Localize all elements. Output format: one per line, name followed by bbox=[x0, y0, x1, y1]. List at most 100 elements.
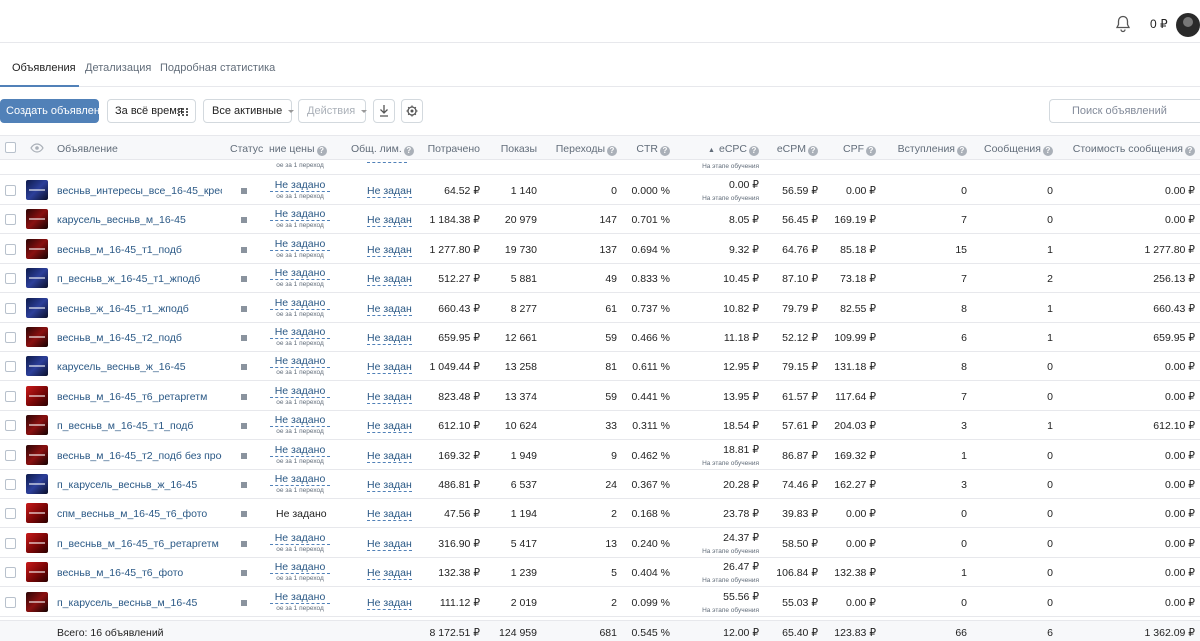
status-paused-icon[interactable] bbox=[241, 482, 247, 488]
row-checkbox[interactable] bbox=[5, 479, 16, 490]
col-ecpm[interactable]: eCPM? bbox=[777, 143, 818, 156]
ad-thumbnail[interactable] bbox=[26, 298, 48, 318]
ad-thumbnail[interactable] bbox=[26, 533, 48, 553]
status-paused-icon[interactable] bbox=[241, 423, 247, 429]
col-cpf[interactable]: CPF? bbox=[843, 143, 876, 156]
status-paused-icon[interactable] bbox=[241, 217, 247, 223]
row-checkbox[interactable] bbox=[5, 450, 16, 461]
ad-thumbnail[interactable] bbox=[26, 180, 48, 200]
price-setting[interactable]: Не задано ое за 1 переход bbox=[270, 532, 330, 554]
select-all-checkbox[interactable] bbox=[5, 142, 16, 153]
col-impressions[interactable]: Показы bbox=[501, 143, 537, 155]
table-row[interactable]: весньв_м_16-45_т2_подб без прос… Не задан… bbox=[0, 441, 1200, 470]
limit-link[interactable]: Не задан bbox=[367, 303, 412, 316]
ad-thumbnail[interactable] bbox=[26, 239, 48, 259]
col-msg-cost[interactable]: Стоимость сообщения? bbox=[1073, 143, 1195, 156]
status-paused-icon[interactable] bbox=[241, 394, 247, 400]
download-button[interactable] bbox=[373, 99, 395, 123]
help-icon[interactable]: ? bbox=[403, 146, 414, 156]
col-messages[interactable]: Сообщения? bbox=[984, 143, 1053, 156]
col-ad[interactable]: Объявление bbox=[57, 143, 118, 155]
ad-thumbnail[interactable] bbox=[26, 356, 48, 376]
table-row[interactable]: п_карусель_весньв_ж_16-45 Не задано ое за … bbox=[0, 470, 1200, 499]
limit-link[interactable]: Не задан bbox=[367, 508, 412, 521]
row-checkbox[interactable] bbox=[5, 214, 16, 225]
table-row[interactable]: п_весньв_м_16-45_т1_подб Не задано ое за 1… bbox=[0, 411, 1200, 440]
row-checkbox[interactable] bbox=[5, 332, 16, 343]
help-icon[interactable]: ? bbox=[866, 146, 876, 156]
price-setting[interactable]: Не задано ое за 1 переход bbox=[270, 326, 330, 348]
status-paused-icon[interactable] bbox=[241, 364, 247, 370]
price-setting[interactable]: Не задано ое за 1 переход bbox=[270, 591, 330, 613]
ad-thumbnail[interactable] bbox=[26, 445, 48, 465]
help-icon[interactable]: ? bbox=[1185, 146, 1195, 156]
help-icon[interactable]: ? bbox=[749, 146, 759, 156]
create-ad-button[interactable]: Создать объявление bbox=[0, 99, 112, 123]
price-setting[interactable]: Не задано ое за 1 переход bbox=[270, 385, 330, 407]
row-checkbox[interactable] bbox=[5, 508, 16, 519]
status-paused-icon[interactable] bbox=[241, 570, 247, 576]
filter-dropdown[interactable]: Все активные bbox=[203, 99, 295, 123]
table-row[interactable]: карусель_весньв_м_16-45 Не задано ое за 1 … bbox=[0, 205, 1200, 234]
status-paused-icon[interactable] bbox=[241, 276, 247, 282]
price-setting[interactable]: Не задано ое за 1 переход bbox=[270, 414, 330, 436]
limit-link[interactable]: Не задан bbox=[367, 273, 412, 286]
limit-link[interactable]: Не задан bbox=[367, 450, 412, 463]
ad-name-link[interactable]: п_весньв_м_16-45_т1_подб bbox=[57, 420, 193, 432]
price-setting[interactable]: Не задано ое за 1 переход bbox=[270, 355, 330, 377]
ad-name-link[interactable]: п_карусель_весньв_м_16-45 bbox=[57, 597, 197, 609]
ad-thumbnail[interactable] bbox=[26, 209, 48, 229]
price-setting[interactable]: Не задано ое за 1 переход bbox=[270, 208, 330, 230]
ad-name-link[interactable]: весньв_м_16-45_т2_подб bbox=[57, 332, 182, 344]
table-row[interactable]: п_весньв_м_16-45_т6_ретаргетм Не задано ое… bbox=[0, 529, 1200, 558]
row-checkbox[interactable] bbox=[5, 391, 16, 402]
table-row[interactable]: весньв_м_16-45_т1_подб Не задано ое за 1 п… bbox=[0, 235, 1200, 264]
price-setting[interactable]: Не задано ое за 1 переход bbox=[270, 473, 330, 495]
col-spent[interactable]: Потрачено bbox=[428, 143, 480, 155]
ad-name-link[interactable]: весньв_м_16-45_т6_фото bbox=[57, 567, 183, 579]
limit-link[interactable]: Не задан bbox=[367, 185, 412, 198]
status-paused-icon[interactable] bbox=[241, 306, 247, 312]
help-icon[interactable]: ? bbox=[957, 146, 967, 156]
ad-name-link[interactable]: п_весньв_м_16-45_т6_ретаргетм bbox=[57, 538, 219, 550]
row-checkbox[interactable] bbox=[5, 361, 16, 372]
limit-link[interactable]: Не задан bbox=[367, 244, 412, 257]
col-clicks[interactable]: Переходы? bbox=[556, 143, 617, 156]
ad-thumbnail[interactable] bbox=[26, 474, 48, 494]
balance[interactable]: 0 ₽ bbox=[1150, 17, 1168, 31]
limit-link[interactable]: Не задан bbox=[367, 597, 412, 610]
ad-name-link[interactable]: п_весньв_ж_16-45_т1_жподб bbox=[57, 273, 200, 285]
ad-thumbnail[interactable] bbox=[26, 562, 48, 582]
ad-name-link[interactable]: весньв_м_16-45_т2_подб без прос… bbox=[57, 450, 222, 462]
row-checkbox[interactable] bbox=[5, 244, 16, 255]
ad-thumbnail[interactable] bbox=[26, 415, 48, 435]
status-paused-icon[interactable] bbox=[241, 541, 247, 547]
table-row[interactable]: весньв_ж_16-45_т1_жподб Не задано ое за 1 … bbox=[0, 294, 1200, 323]
col-status[interactable]: Статус bbox=[230, 143, 263, 155]
help-icon[interactable]: ? bbox=[660, 146, 670, 156]
table-row[interactable]: весньв_м_16-45_т6_ретаргетм Не задано ое з… bbox=[0, 382, 1200, 411]
table-row[interactable]: весньв_интересы_все_16-45_крео1 Не задано… bbox=[0, 176, 1200, 205]
help-icon[interactable]: ? bbox=[808, 146, 818, 156]
ad-name-link[interactable]: карусель_весньв_м_16-45 bbox=[57, 214, 186, 226]
table-row[interactable]: весньв_м_16-45_т6_фото Не задано ое за 1 п… bbox=[0, 558, 1200, 587]
status-paused-icon[interactable] bbox=[241, 247, 247, 253]
status-paused-icon[interactable] bbox=[241, 335, 247, 341]
table-row[interactable]: весньв_м_16-45_т2_подб Не задано ое за 1 п… bbox=[0, 323, 1200, 352]
ad-thumbnail[interactable] bbox=[26, 386, 48, 406]
row-checkbox[interactable] bbox=[5, 273, 16, 284]
ad-name-link[interactable]: спм_весньв_м_16-45_т6_фото bbox=[57, 508, 207, 520]
table-row[interactable]: карусель_весньв_ж_16-45 Не задано ое за 1 … bbox=[0, 352, 1200, 381]
table-row[interactable]: п_карусель_весньв_м_16-45 Не задано ое за … bbox=[0, 588, 1200, 617]
row-checkbox[interactable] bbox=[5, 185, 16, 196]
bell-icon[interactable] bbox=[1115, 15, 1131, 33]
table-row[interactable]: спм_весньв_м_16-45_т6_фото Не задано Не за… bbox=[0, 499, 1200, 528]
row-checkbox[interactable] bbox=[5, 303, 16, 314]
limit-link[interactable]: Не задан bbox=[367, 479, 412, 492]
ad-name-link[interactable]: весньв_интересы_все_16-45_крео1 bbox=[57, 185, 222, 197]
ad-name-link[interactable]: весньв_ж_16-45_т1_жподб bbox=[57, 303, 189, 315]
price-setting[interactable]: Не задано ое за 1 переход bbox=[270, 179, 330, 201]
row-checkbox[interactable] bbox=[5, 597, 16, 608]
help-icon[interactable]: ? bbox=[316, 146, 327, 156]
ad-thumbnail[interactable] bbox=[26, 327, 48, 347]
